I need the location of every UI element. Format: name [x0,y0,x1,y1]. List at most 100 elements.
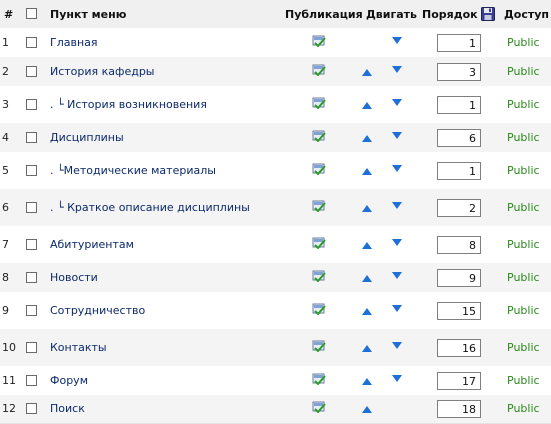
column-menu-item[interactable]: Пункт меню [50,8,126,21]
move-up-icon[interactable] [362,345,372,352]
row-select-checkbox[interactable] [26,132,37,143]
published-icon[interactable] [312,270,326,282]
access-level-link[interactable]: Public [507,65,540,78]
move-down-icon[interactable] [392,165,402,172]
menu-item-link[interactable]: . └Методические материалы [50,164,216,177]
access-level-link[interactable]: Public [507,98,540,111]
row-number: 10 [2,341,16,354]
order-input[interactable] [437,96,481,114]
order-input[interactable] [437,339,481,357]
menu-item-link[interactable]: Абитуриентам [50,238,134,251]
order-input[interactable] [437,162,481,180]
column-access[interactable]: Доступ [504,8,549,21]
column-order[interactable]: Порядок [422,8,478,21]
move-up-icon[interactable] [362,378,372,385]
move-down-icon[interactable] [392,37,402,44]
row-select-checkbox[interactable] [26,342,37,353]
move-down-icon[interactable] [392,239,402,246]
move-up-icon[interactable] [362,308,372,315]
menu-item-link[interactable]: . └ Краткое описание дисциплины [50,201,250,214]
access-level-link[interactable]: Public [507,341,540,354]
move-up-icon[interactable] [362,242,372,249]
order-input[interactable] [437,302,481,320]
access-level-link[interactable]: Public [507,164,540,177]
move-up-icon[interactable] [362,168,372,175]
move-down-icon[interactable] [392,202,402,209]
row-number: 1 [2,36,9,49]
move-down-icon[interactable] [392,99,402,106]
order-input[interactable] [437,236,481,254]
menu-item-link[interactable]: Форум [50,374,88,387]
access-level-link[interactable]: Public [507,374,540,387]
move-up-icon[interactable] [362,406,372,413]
order-input[interactable] [437,269,481,287]
order-input[interactable] [437,34,481,52]
published-icon[interactable] [312,97,326,109]
published-icon[interactable] [312,303,326,315]
row-select-checkbox[interactable] [26,202,37,213]
row-number: 4 [2,131,9,144]
menu-item-link[interactable]: Новости [50,271,98,284]
move-up-icon[interactable] [362,69,372,76]
published-icon[interactable] [312,64,326,76]
order-input[interactable] [437,63,481,81]
move-up-icon[interactable] [362,205,372,212]
move-down-icon[interactable] [392,342,402,349]
row-select-checkbox[interactable] [26,375,37,386]
published-icon[interactable] [312,130,326,142]
access-level-link[interactable]: Public [507,36,540,49]
move-down-icon[interactable] [392,132,402,139]
move-up-icon[interactable] [362,135,372,142]
row-select-checkbox[interactable] [26,99,37,110]
menu-item-link[interactable]: Дисциплины [50,131,124,144]
order-input[interactable] [437,199,481,217]
menu-item-link[interactable]: Сотрудничество [50,304,145,317]
column-move: Двигать [366,8,417,21]
row-number: 12 [2,402,16,415]
menu-item-link[interactable]: Поиск [50,402,85,415]
row-number: 11 [2,374,16,387]
move-down-icon[interactable] [392,375,402,382]
row-select-checkbox[interactable] [26,305,37,316]
save-order-icon[interactable] [481,7,495,21]
published-icon[interactable] [312,373,326,385]
menu-item-link[interactable]: . └ История возникновения [50,98,207,111]
row-select-checkbox[interactable] [26,403,37,414]
access-level-link[interactable]: Public [507,201,540,214]
menu-item-link[interactable]: История кафедры [50,65,155,78]
access-level-link[interactable]: Public [507,271,540,284]
order-input[interactable] [437,129,481,147]
move-down-icon[interactable] [392,272,402,279]
published-icon[interactable] [312,35,326,47]
column-publication[interactable]: Публикация [285,8,363,21]
published-icon[interactable] [312,237,326,249]
move-down-icon[interactable] [392,305,402,312]
access-level-link[interactable]: Public [507,402,540,415]
row-number: 8 [2,271,9,284]
row-number: 7 [2,238,9,251]
menu-item-link[interactable]: Контакты [50,341,107,354]
move-up-icon[interactable] [362,275,372,282]
row-number: 2 [2,65,9,78]
published-icon[interactable] [312,163,326,175]
menu-item-link[interactable]: Главная [50,36,98,49]
move-up-icon[interactable] [362,102,372,109]
row-number: 9 [2,304,9,317]
row-select-checkbox[interactable] [26,66,37,77]
published-icon[interactable] [312,200,326,212]
access-level-link[interactable]: Public [507,304,540,317]
table-row: 8 Новости Public [0,263,551,293]
row-select-checkbox[interactable] [26,37,37,48]
published-icon[interactable] [312,401,326,413]
access-level-link[interactable]: Public [507,238,540,251]
select-all-checkbox[interactable] [26,8,37,19]
row-select-checkbox[interactable] [26,239,37,250]
access-level-link[interactable]: Public [507,131,540,144]
published-icon[interactable] [312,340,326,352]
move-down-icon[interactable] [392,66,402,73]
row-select-checkbox[interactable] [26,272,37,283]
row-select-checkbox[interactable] [26,165,37,176]
order-input[interactable] [437,400,481,418]
order-input[interactable] [437,372,481,390]
table-row: 11 Форум Public [0,366,551,396]
